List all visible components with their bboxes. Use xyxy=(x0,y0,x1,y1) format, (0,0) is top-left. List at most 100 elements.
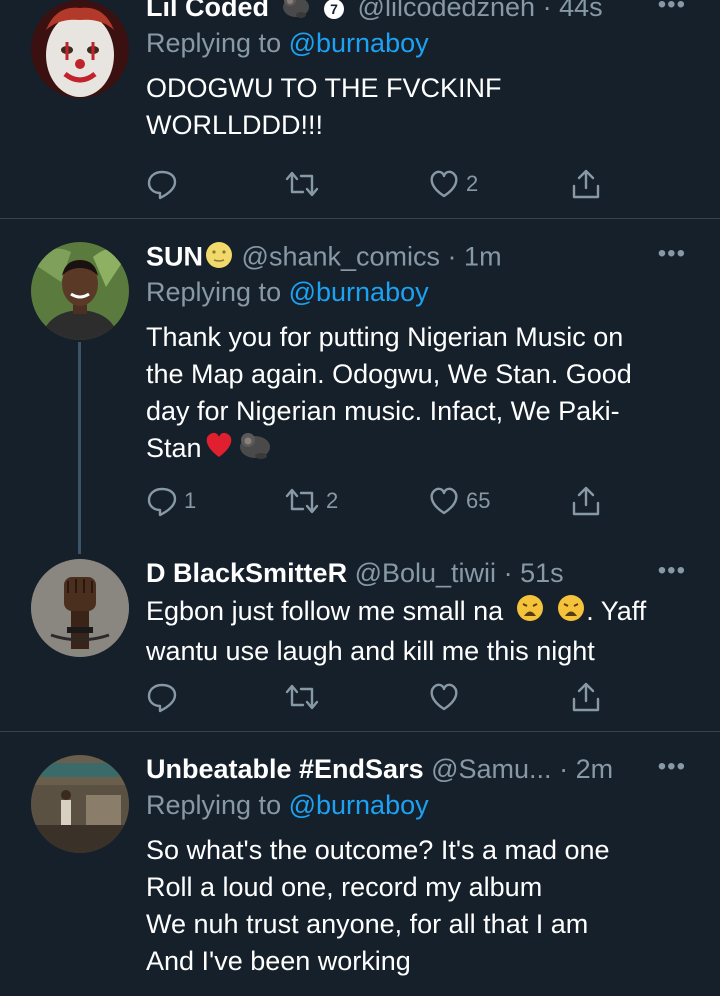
like-button[interactable]: 65 xyxy=(428,484,490,518)
mention-link[interactable]: @burnaboy xyxy=(289,277,429,307)
display-name[interactable]: Lil Coded xyxy=(146,0,269,22)
tweet[interactable]: Unbeatable #EndSars @Samu... · 2m ••• Re… xyxy=(0,732,720,996)
tweet-text-line: ODOGWU TO THE FVCKINF xyxy=(146,73,502,103)
timestamp[interactable]: 44s xyxy=(559,0,603,22)
share-button[interactable] xyxy=(570,167,602,201)
avatar[interactable] xyxy=(31,0,129,98)
heart-icon xyxy=(430,683,458,711)
user-handle[interactable]: @Samu... xyxy=(431,754,551,784)
share-button[interactable] xyxy=(570,484,602,518)
tweet-text: Thank you for putting Nigerian Music on … xyxy=(146,319,698,470)
weary-face-icon xyxy=(515,593,545,633)
tweet[interactable]: D BlackSmitteR @Bolu_tiwii · 51s ••• Egb… xyxy=(0,557,720,731)
new-moon-face-icon xyxy=(204,240,234,277)
user-handle[interactable]: @shank_comics xyxy=(242,242,440,272)
tweet-text-fragment: Stan xyxy=(146,433,202,464)
replying-to-label: Replying to xyxy=(146,28,282,58)
more-options-icon[interactable]: ••• xyxy=(658,0,686,21)
reply-button[interactable] xyxy=(146,167,184,201)
red-heart-icon xyxy=(204,431,234,469)
user-handle[interactable]: @Bolu_tiwii xyxy=(355,558,496,588)
like-count: 2 xyxy=(466,171,479,196)
retweet-count: 2 xyxy=(326,488,339,513)
reply-count: 1 xyxy=(184,488,197,513)
tweet-text-fragment: . Yaff xyxy=(586,596,647,627)
avatar[interactable] xyxy=(31,242,129,340)
reply-icon xyxy=(147,170,177,200)
clown-avatar-icon xyxy=(31,0,129,98)
mention-link[interactable]: @burnaboy xyxy=(289,28,429,58)
separator-dot: · xyxy=(447,241,457,272)
tweet-actions: 1 2 65 xyxy=(146,484,616,518)
tweet-actions: 2 xyxy=(146,167,616,201)
gorilla-icon xyxy=(238,430,272,470)
avatar[interactable] xyxy=(31,559,129,657)
tweet-text-line: Stan xyxy=(146,430,698,470)
share-icon xyxy=(572,486,600,516)
reply-icon xyxy=(147,683,177,713)
tweet-text-line: We nuh trust anyone, for all that I am xyxy=(146,909,589,939)
avatar[interactable] xyxy=(31,755,129,853)
retweet-button[interactable] xyxy=(284,680,326,714)
retweet-icon xyxy=(285,171,319,197)
like-button[interactable]: 2 xyxy=(428,167,478,201)
retweet-icon xyxy=(285,684,319,710)
more-options-icon[interactable]: ••• xyxy=(658,751,686,783)
like-count: 65 xyxy=(466,488,491,513)
display-name[interactable]: D BlackSmitteR xyxy=(146,558,347,588)
tweet-text-line: So what's the outcome? It's a mad one xyxy=(146,835,610,865)
gorilla-icon xyxy=(281,0,311,26)
weary-face-icon xyxy=(556,593,586,633)
display-name[interactable]: Unbeatable #EndSars xyxy=(146,754,424,784)
tweet-text-line: Thank you for putting Nigerian Music on xyxy=(146,322,624,352)
display-name[interactable]: SUN xyxy=(146,242,203,272)
share-button[interactable] xyxy=(570,680,602,714)
tweet-text-line: day for Nigerian music. Infact, We Paki- xyxy=(146,396,620,426)
tweet-text-line: Roll a loud one, record my album xyxy=(146,872,543,902)
replying-to: Replying to @burnaboy xyxy=(146,787,698,823)
more-options-icon[interactable]: ••• xyxy=(658,555,686,587)
tweet-header: SUN @shank_comics · 1m ••• xyxy=(146,240,698,272)
tweet-text: ODOGWU TO THE FVCKINF WORLLDDD!!! xyxy=(146,70,698,144)
mention-link[interactable]: @burnaboy xyxy=(289,790,429,820)
tweet-actions xyxy=(146,680,616,714)
tweet-text-line: the Map again. Odogwu, We Stan. Good xyxy=(146,359,632,389)
retweet-icon xyxy=(285,488,319,514)
separator-dot: · xyxy=(542,0,552,22)
tweet-header: Lil Coded 7 @lilcodedzneh · 44s ••• xyxy=(146,0,698,23)
share-icon xyxy=(572,682,600,712)
replying-to: Replying to @burnaboy xyxy=(146,274,698,310)
man-portrait-avatar-icon xyxy=(31,242,129,340)
retweet-button[interactable]: 2 xyxy=(284,484,338,518)
reply-icon xyxy=(147,487,177,517)
badge-icon: 7 xyxy=(324,0,345,19)
replying-to-label: Replying to xyxy=(146,277,282,307)
heart-icon xyxy=(430,170,458,198)
tweet[interactable]: SUN @shank_comics · 1m ••• Replying to @… xyxy=(0,219,720,559)
like-button[interactable] xyxy=(428,680,466,714)
tweet-text-line: WORLLDDD!!! xyxy=(146,110,324,140)
tweet[interactable]: Lil Coded 7 @lilcodedzneh · 44s ••• Repl… xyxy=(0,0,720,218)
tweet-header: Unbeatable #EndSars @Samu... · 2m ••• xyxy=(146,753,698,785)
tweet-text: So what's the outcome? It's a mad one Ro… xyxy=(146,832,698,980)
separator-dot: · xyxy=(503,558,513,588)
replying-to-label: Replying to xyxy=(146,790,282,820)
separator-dot: · xyxy=(559,754,569,784)
timestamp[interactable]: 2m xyxy=(576,754,614,784)
share-icon xyxy=(572,169,600,199)
retweet-button[interactable] xyxy=(284,167,326,201)
tweet-header: D BlackSmitteR @Bolu_tiwii · 51s ••• xyxy=(146,557,698,589)
replying-to: Replying to @burnaboy xyxy=(146,25,698,61)
timestamp[interactable]: 51s xyxy=(520,558,564,588)
timestamp[interactable]: 1m xyxy=(464,242,502,272)
reply-button[interactable]: 1 xyxy=(146,484,196,518)
reply-button[interactable] xyxy=(146,680,184,714)
user-handle[interactable]: @lilcodedzneh xyxy=(358,0,536,22)
heart-icon xyxy=(430,487,458,515)
more-options-icon[interactable]: ••• xyxy=(658,238,686,270)
street-photo-avatar-icon xyxy=(31,755,129,853)
tweet-text: Egbon just follow me small na . Yaff wan… xyxy=(146,593,698,670)
tweet-text-line: And I've been working xyxy=(146,946,411,976)
raised-fist-avatar-icon xyxy=(31,559,129,657)
tweet-text-fragment: Egbon just follow me small na xyxy=(146,596,504,627)
